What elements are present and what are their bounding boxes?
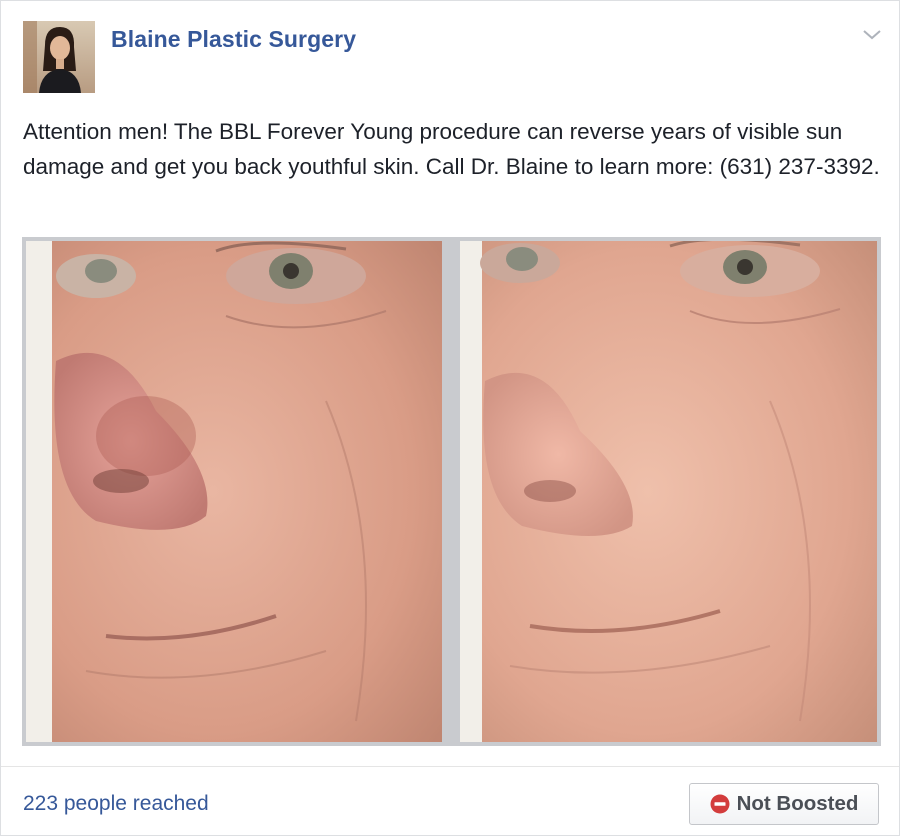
post-text: Attention men! The BBL Forever Young pro… <box>23 119 880 179</box>
footer-divider <box>1 766 899 767</box>
boost-status-button[interactable]: Not Boosted <box>689 783 879 825</box>
no-entry-icon <box>710 794 730 814</box>
before-face-image <box>26 241 442 742</box>
before-photo[interactable] <box>26 241 442 742</box>
page-name-link[interactable]: Blaine Plastic Surgery <box>111 26 356 53</box>
post-card: Blaine Plastic Surgery Attention men! Th… <box>0 0 900 836</box>
photo-grid <box>22 237 881 746</box>
people-reached-link[interactable]: 223 people reached <box>23 792 209 816</box>
page-avatar[interactable] <box>23 21 95 93</box>
after-face-image <box>460 241 877 742</box>
after-photo[interactable] <box>460 241 877 742</box>
boost-status-label: Not Boosted <box>736 792 859 815</box>
avatar-photo-icon <box>23 21 95 93</box>
chevron-down-icon[interactable] <box>861 27 883 43</box>
